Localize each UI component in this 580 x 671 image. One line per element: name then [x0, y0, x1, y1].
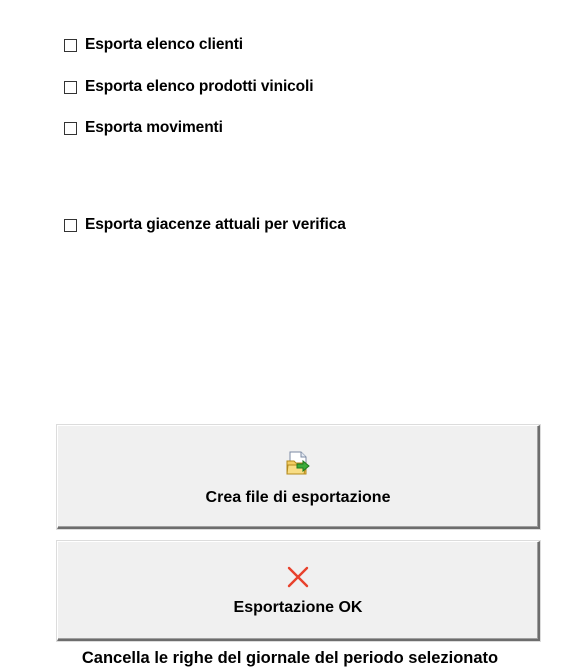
export-panel: Esporta elenco clienti Esporta elenco pr…	[0, 0, 580, 671]
red-x-icon	[287, 566, 309, 588]
export-movements-checkbox[interactable]	[64, 121, 77, 135]
export-ok-label: Esportazione OK	[233, 599, 363, 616]
export-wine-products-checkbox-row[interactable]: Esporta elenco prodotti vinicoli	[64, 77, 314, 97]
export-stock-checkbox-row[interactable]: Esporta giacenze attuali per verifica	[64, 215, 346, 235]
export-wine-products-checkbox[interactable]	[64, 80, 77, 94]
export-clients-label[interactable]: Esporta elenco clienti	[85, 36, 243, 54]
clear-journal-rows-text: Cancella le righe del giornale del perio…	[81, 649, 499, 667]
export-clients-checkbox-row[interactable]: Esporta elenco clienti	[64, 35, 243, 55]
export-stock-checkbox[interactable]	[64, 218, 77, 232]
create-export-file-button[interactable]: Crea file di esportazione	[57, 425, 540, 529]
export-movements-label[interactable]: Esporta movimenti	[85, 119, 223, 137]
export-ok-button[interactable]: Esportazione OK	[57, 541, 540, 641]
export-clients-checkbox[interactable]	[64, 38, 77, 52]
create-export-file-label: Crea file di esportazione	[205, 489, 391, 506]
export-file-icon	[286, 451, 310, 475]
export-wine-products-label[interactable]: Esporta elenco prodotti vinicoli	[85, 78, 314, 96]
export-movements-checkbox-row[interactable]: Esporta movimenti	[64, 118, 223, 138]
export-stock-label[interactable]: Esporta giacenze attuali per verifica	[85, 216, 346, 234]
